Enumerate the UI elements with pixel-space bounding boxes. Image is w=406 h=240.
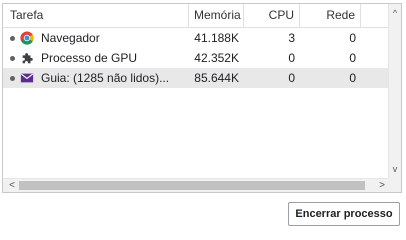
table-header: Tarefa Memória CPU Rede <box>3 4 389 28</box>
process-table: Tarefa Memória CPU Rede Navegador 41.188… <box>2 3 402 193</box>
task-network: 0 <box>349 71 356 85</box>
chrome-icon <box>20 31 34 45</box>
table-body: Navegador 41.188K 3 0 Processo de GPU 42… <box>3 28 389 88</box>
task-memory: 42.352K <box>194 51 239 65</box>
scroll-up-icon[interactable]: ^ <box>389 7 401 20</box>
column-header-cpu[interactable]: CPU <box>244 4 300 27</box>
scroll-left-icon[interactable]: < <box>5 179 19 192</box>
task-manager-window: Tarefa Memória CPU Rede Navegador 41.188… <box>0 0 406 231</box>
end-process-button[interactable]: Encerrar processo <box>288 202 400 226</box>
envelope-icon <box>20 73 34 83</box>
column-header-network[interactable]: Rede <box>300 4 361 27</box>
table-row-mail-tab[interactable]: Guia: (1285 não lidos)... 85.644K 0 0 <box>3 68 389 88</box>
scroll-right-icon[interactable]: > <box>375 179 389 192</box>
task-name: Navegador <box>41 31 100 45</box>
column-header-extra[interactable] <box>361 4 389 27</box>
scroll-down-icon[interactable]: v <box>389 163 401 176</box>
row-bullet <box>10 56 15 61</box>
horizontal-scroll-thumb[interactable] <box>19 181 365 190</box>
row-bullet <box>10 36 15 41</box>
horizontal-scrollbar[interactable]: < > <box>3 178 401 192</box>
task-cpu: 0 <box>288 71 295 85</box>
scrollbar-corner <box>388 178 401 192</box>
table-row-gpu-process[interactable]: Processo de GPU 42.352K 0 0 <box>3 48 389 68</box>
task-name: Processo de GPU <box>41 51 138 65</box>
task-network: 0 <box>349 31 356 45</box>
task-name: Guia: (1285 não lidos)... <box>41 71 170 85</box>
task-cpu: 3 <box>288 31 295 45</box>
row-bullet <box>10 76 15 81</box>
task-network: 0 <box>349 51 356 65</box>
task-cpu: 0 <box>288 51 295 65</box>
column-header-task[interactable]: Tarefa <box>3 4 189 27</box>
vertical-scrollbar[interactable]: ^ v <box>388 4 401 179</box>
task-memory: 85.644K <box>194 71 239 85</box>
puzzle-piece-icon <box>22 53 33 64</box>
task-memory: 41.188K <box>194 31 239 45</box>
column-header-memory[interactable]: Memória <box>189 4 244 27</box>
table-row-browser[interactable]: Navegador 41.188K 3 0 <box>3 28 389 48</box>
